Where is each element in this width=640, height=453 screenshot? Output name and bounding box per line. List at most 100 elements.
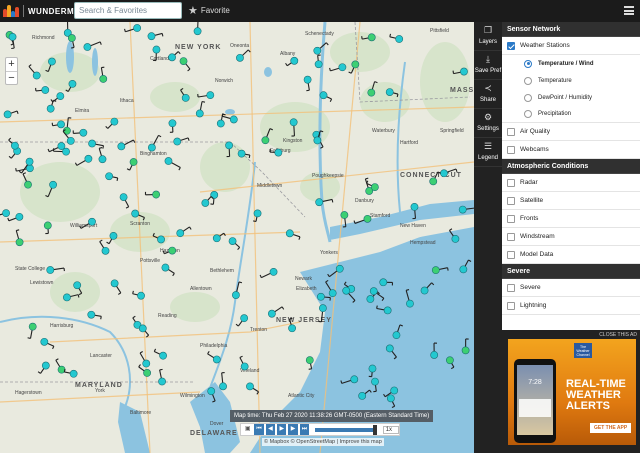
map-canvas[interactable]: NEW YORK CONNECTICUT NEW JERSEY MARYLAND DEL…	[0, 22, 474, 453]
place-label: Pottsville	[140, 258, 160, 264]
weather-station-marker	[41, 86, 50, 94]
forest-area	[50, 272, 100, 312]
layer-air-quality[interactable]: Air Quality	[502, 123, 640, 141]
weather-station-marker	[383, 306, 392, 315]
weather-station-marker	[119, 193, 128, 202]
weather-station-marker	[179, 57, 188, 65]
logo-divider	[23, 5, 24, 17]
weather-station-marker	[41, 361, 50, 370]
temperature-radio[interactable]	[524, 76, 532, 85]
time-slider-handle[interactable]	[372, 424, 377, 435]
place-label: Atlantic City	[288, 393, 315, 399]
weather-station-marker	[212, 355, 221, 364]
weather-station-marker	[440, 169, 448, 178]
layer-lightning[interactable]: Lightning	[502, 297, 640, 315]
wind-barb-flag	[331, 199, 334, 203]
favorite-button[interactable]: ★ Favorite	[188, 4, 230, 17]
layers-panel: Sensor Network Weather Stations Temperat…	[502, 22, 640, 330]
option-precipitation[interactable]: Precipitation	[502, 106, 640, 123]
layer-webcams[interactable]: Webcams	[502, 141, 640, 159]
layer-satellite[interactable]: Satellite	[502, 192, 640, 210]
place-label: Bethlehem	[210, 268, 234, 274]
weather-station-marker	[363, 214, 372, 223]
weather-station-marker	[110, 279, 119, 288]
zoom-in-button[interactable]: +	[6, 58, 17, 71]
finger-lake	[66, 41, 74, 73]
layer-windstream[interactable]: Windstream	[502, 228, 640, 246]
lightning-checkbox[interactable]	[507, 301, 515, 310]
ad-banner[interactable]: The Weather Channel 7:28 REAL-TIME WEATH…	[508, 339, 636, 445]
webcams-checkbox[interactable]	[507, 145, 515, 154]
wind-barb-flag	[376, 305, 378, 309]
fronts-checkbox[interactable]	[507, 214, 515, 223]
toolbar-save-pref[interactable]: ⤓ Save Pref	[474, 51, 502, 80]
toolbar-layers[interactable]: ❐ Layers	[474, 22, 502, 51]
radar-label: Radar	[520, 179, 538, 186]
severe-checkbox[interactable]	[507, 283, 515, 292]
weather-station-marker	[25, 157, 34, 166]
map-attribution[interactable]: © Mapbox © OpenStreetMap | Improve this …	[262, 438, 384, 446]
weather-station-marker	[176, 229, 185, 238]
search-input[interactable]	[74, 2, 182, 19]
lock-icon[interactable]: ▣	[243, 424, 253, 435]
layer-severe[interactable]: Severe	[502, 279, 640, 297]
wind-barb-flag	[71, 46, 75, 49]
hamburger-menu-icon[interactable]	[624, 6, 634, 15]
wind-barb-flag	[100, 316, 102, 320]
option-temperature[interactable]: Temperature	[502, 72, 640, 89]
place-label: Kingston	[283, 138, 303, 144]
precipitation-radio[interactable]	[524, 110, 532, 118]
wind-barb-flag	[201, 100, 206, 103]
weather-station-marker	[57, 120, 65, 129]
reservoir	[264, 67, 272, 77]
weather-station-marker	[318, 304, 327, 313]
zoom-out-button[interactable]: −	[6, 71, 17, 84]
model-data-checkbox[interactable]	[507, 250, 515, 259]
satellite-checkbox[interactable]	[507, 196, 515, 205]
radar-checkbox[interactable]	[507, 178, 515, 187]
star-icon: ★	[188, 5, 198, 17]
skip-back-icon[interactable]: ⏮	[254, 424, 264, 435]
play-icon[interactable]: ▶	[277, 424, 287, 435]
weather-station-marker	[164, 157, 173, 165]
skip-forward-icon[interactable]: ⏭	[299, 424, 310, 435]
atmospheric-list: Radar Satellite Fronts Windstream Model Data	[502, 174, 640, 264]
weather-station-marker	[392, 331, 401, 340]
air-quality-checkbox[interactable]	[507, 127, 515, 136]
get-app-button[interactable]: GET THE APP	[590, 423, 632, 433]
wind-barb-flag	[159, 368, 163, 371]
weather-station-marker	[193, 27, 202, 36]
weather-station-marker	[46, 266, 55, 274]
option-dewpoint-humidity[interactable]: DewPoint / Humidity	[502, 89, 640, 106]
windstream-checkbox[interactable]	[507, 232, 515, 241]
layer-radar[interactable]: Radar	[502, 174, 640, 192]
forest-area	[170, 292, 220, 322]
weather-station-marker	[385, 344, 394, 353]
place-label: Schenectady	[305, 31, 334, 37]
toolbar-settings[interactable]: ⚙ Settings	[474, 109, 502, 138]
weather-station-marker	[313, 136, 322, 145]
speed-select[interactable]: 1x	[382, 425, 400, 434]
layer-fronts[interactable]: Fronts	[502, 210, 640, 228]
toolbar-share[interactable]: ≺ Share	[474, 80, 502, 109]
place-label: Allentown	[190, 286, 212, 292]
weather-station-marker	[289, 118, 298, 127]
layer-model-data[interactable]: Model Data	[502, 246, 640, 264]
step-forward-icon[interactable]: ▶	[288, 424, 298, 435]
step-back-icon[interactable]: ◀	[265, 424, 276, 435]
toolbar-legend[interactable]: ☰ Legend	[474, 138, 502, 167]
option-temperature-wind[interactable]: Temperature / Wind	[502, 55, 640, 72]
weather-station-marker	[15, 212, 24, 221]
weather-stations-checkbox[interactable]	[507, 41, 515, 50]
place-label: Wilmington	[180, 393, 205, 399]
weather-station-marker	[88, 139, 96, 148]
weather-station-marker	[88, 217, 96, 226]
time-slider[interactable]	[315, 424, 377, 435]
option-label: DewPoint / Humidity	[538, 94, 593, 101]
dewpoint-humidity-radio[interactable]	[524, 93, 532, 102]
layer-weather-stations[interactable]: Weather Stations	[502, 37, 640, 55]
weather-station-marker	[159, 351, 167, 360]
close-ad-button[interactable]: CLOSE THIS AD	[599, 332, 637, 338]
weather-station-marker	[49, 180, 57, 189]
temperature-wind-radio[interactable]	[524, 59, 532, 68]
